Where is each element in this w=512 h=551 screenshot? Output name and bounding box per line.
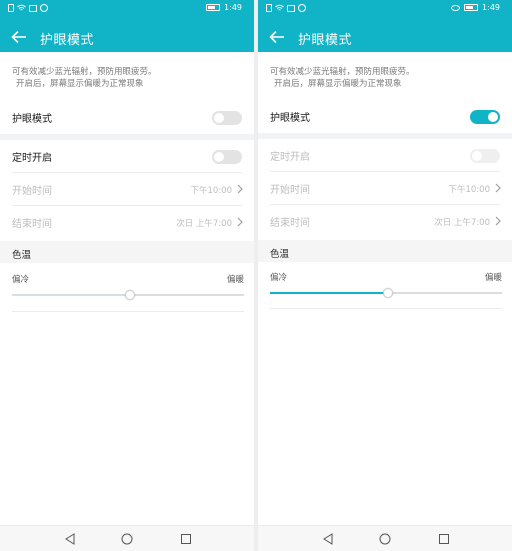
circle-home-icon[interactable] bbox=[121, 533, 133, 545]
eye-mode-row[interactable]: 护眼模式 bbox=[0, 101, 254, 134]
eye-mode-row[interactable]: 护眼模式 bbox=[258, 100, 512, 133]
schedule-row[interactable]: 定时开启 bbox=[0, 140, 254, 173]
end-time-label: 结束时间 bbox=[12, 219, 52, 230]
wifi-icon bbox=[275, 4, 284, 12]
battery-icon bbox=[464, 4, 479, 11]
sync-icon bbox=[40, 4, 48, 12]
sim-icon bbox=[266, 4, 272, 12]
color-temp-slider[interactable] bbox=[270, 287, 502, 299]
description-line-1: 可有效减少蓝光辐射，预防用眼疲劳。 bbox=[270, 67, 415, 77]
description-line-2: 开启后，屏幕显示偏暖为正常现象 bbox=[274, 79, 402, 89]
description: 可有效减少蓝光辐射，预防用眼疲劳。 开启后，屏幕显示偏暖为正常现象 bbox=[12, 66, 248, 90]
schedule-label: 定时开启 bbox=[12, 153, 52, 164]
eye-mode-label: 护眼模式 bbox=[270, 113, 310, 124]
wifi-icon bbox=[17, 4, 26, 12]
description: 可有效减少蓝光辐射，预防用眼疲劳。 开启后，屏幕显示偏暖为正常现象 bbox=[270, 66, 506, 90]
slider-fill bbox=[12, 294, 130, 296]
color-temp-section: 色温 bbox=[258, 240, 512, 262]
back-button[interactable] bbox=[10, 28, 28, 46]
cool-label: 偏冷 bbox=[12, 275, 30, 285]
chevron-right-icon bbox=[495, 183, 501, 193]
divider bbox=[270, 308, 502, 309]
arrow-left-icon bbox=[269, 30, 284, 44]
triangle-back-icon[interactable] bbox=[322, 533, 334, 545]
end-time-value: 次日 上午7:00 bbox=[434, 218, 490, 228]
screen-right: 1:49 护眼模式 可有效减少蓝光辐射，预防用眼疲劳。 开启后，屏幕显示偏暖为正… bbox=[258, 0, 512, 551]
eye-comfort-icon bbox=[451, 4, 461, 11]
app-header: 1:49 护眼模式 bbox=[258, 0, 512, 52]
circle-home-icon[interactable] bbox=[379, 533, 391, 545]
color-temp-section: 色温 bbox=[0, 241, 254, 263]
sim-icon bbox=[8, 4, 14, 12]
start-time-value: 下午10:00 bbox=[448, 185, 491, 195]
end-time-label: 结束时间 bbox=[270, 218, 310, 229]
end-time-row[interactable]: 结束时间 次日 上午7:00 bbox=[0, 206, 254, 239]
clock: 1:49 bbox=[482, 3, 500, 12]
screen-left: 1:49 护眼模式 可有效减少蓝光辐射，预防用眼疲劳。 开启后，屏幕显示偏暖为正… bbox=[0, 0, 254, 551]
page-title: 护眼模式 bbox=[298, 33, 353, 48]
divider bbox=[12, 311, 244, 312]
toggle-knob bbox=[214, 113, 224, 123]
clock: 1:49 bbox=[224, 3, 242, 12]
warm-label: 偏暖 bbox=[226, 275, 244, 285]
arrow-left-icon bbox=[11, 30, 26, 44]
square-recent-icon[interactable] bbox=[180, 533, 192, 545]
temp-labels: 偏冷 偏暖 bbox=[270, 271, 502, 283]
app-header: 1:49 护眼模式 bbox=[0, 0, 254, 52]
start-time-row[interactable]: 开始时间 下午10:00 bbox=[0, 173, 254, 206]
eye-mode-toggle[interactable] bbox=[212, 111, 242, 125]
schedule-label: 定时开启 bbox=[270, 152, 310, 163]
eye-mode-toggle[interactable] bbox=[470, 110, 500, 124]
cool-label: 偏冷 bbox=[270, 273, 288, 283]
triangle-back-icon[interactable] bbox=[64, 533, 76, 545]
color-temp-label: 色温 bbox=[12, 250, 32, 261]
start-time-label: 开始时间 bbox=[270, 185, 310, 196]
toggle-knob bbox=[472, 151, 482, 161]
toggle-knob bbox=[488, 112, 498, 122]
eye-mode-label: 护眼模式 bbox=[12, 114, 52, 125]
warm-label: 偏暖 bbox=[484, 273, 502, 283]
color-temp-slider[interactable] bbox=[12, 289, 244, 301]
page-title: 护眼模式 bbox=[40, 33, 95, 48]
toggle-knob bbox=[214, 152, 224, 162]
start-time-row[interactable]: 开始时间 下午10:00 bbox=[258, 172, 512, 205]
slider-fill bbox=[270, 292, 388, 294]
square-recent-icon[interactable] bbox=[438, 533, 450, 545]
chevron-right-icon bbox=[495, 216, 501, 226]
chevron-right-icon bbox=[237, 217, 243, 227]
chevron-right-icon bbox=[237, 184, 243, 194]
notification-icon bbox=[287, 4, 295, 12]
schedule-row[interactable]: 定时开启 bbox=[258, 139, 512, 172]
battery-icon bbox=[206, 4, 221, 11]
navigation-bar bbox=[258, 525, 512, 551]
status-bar: 1:49 bbox=[258, 0, 512, 18]
schedule-toggle[interactable] bbox=[470, 149, 500, 163]
end-time-value: 次日 上午7:00 bbox=[176, 219, 232, 229]
start-time-label: 开始时间 bbox=[12, 186, 52, 197]
notification-icon bbox=[29, 4, 37, 12]
back-button[interactable] bbox=[268, 28, 286, 46]
schedule-toggle[interactable] bbox=[212, 150, 242, 164]
slider-thumb[interactable] bbox=[383, 288, 393, 298]
temp-labels: 偏冷 偏暖 bbox=[12, 273, 244, 285]
description-line-1: 可有效减少蓝光辐射，预防用眼疲劳。 bbox=[12, 67, 157, 77]
color-temp-label: 色温 bbox=[270, 249, 290, 260]
end-time-row[interactable]: 结束时间 次日 上午7:00 bbox=[258, 205, 512, 238]
start-time-value: 下午10:00 bbox=[190, 186, 233, 196]
navigation-bar bbox=[0, 525, 254, 551]
slider-thumb[interactable] bbox=[125, 290, 135, 300]
sync-icon bbox=[298, 4, 306, 12]
status-bar: 1:49 bbox=[0, 0, 254, 18]
description-line-2: 开启后，屏幕显示偏暖为正常现象 bbox=[16, 79, 144, 89]
